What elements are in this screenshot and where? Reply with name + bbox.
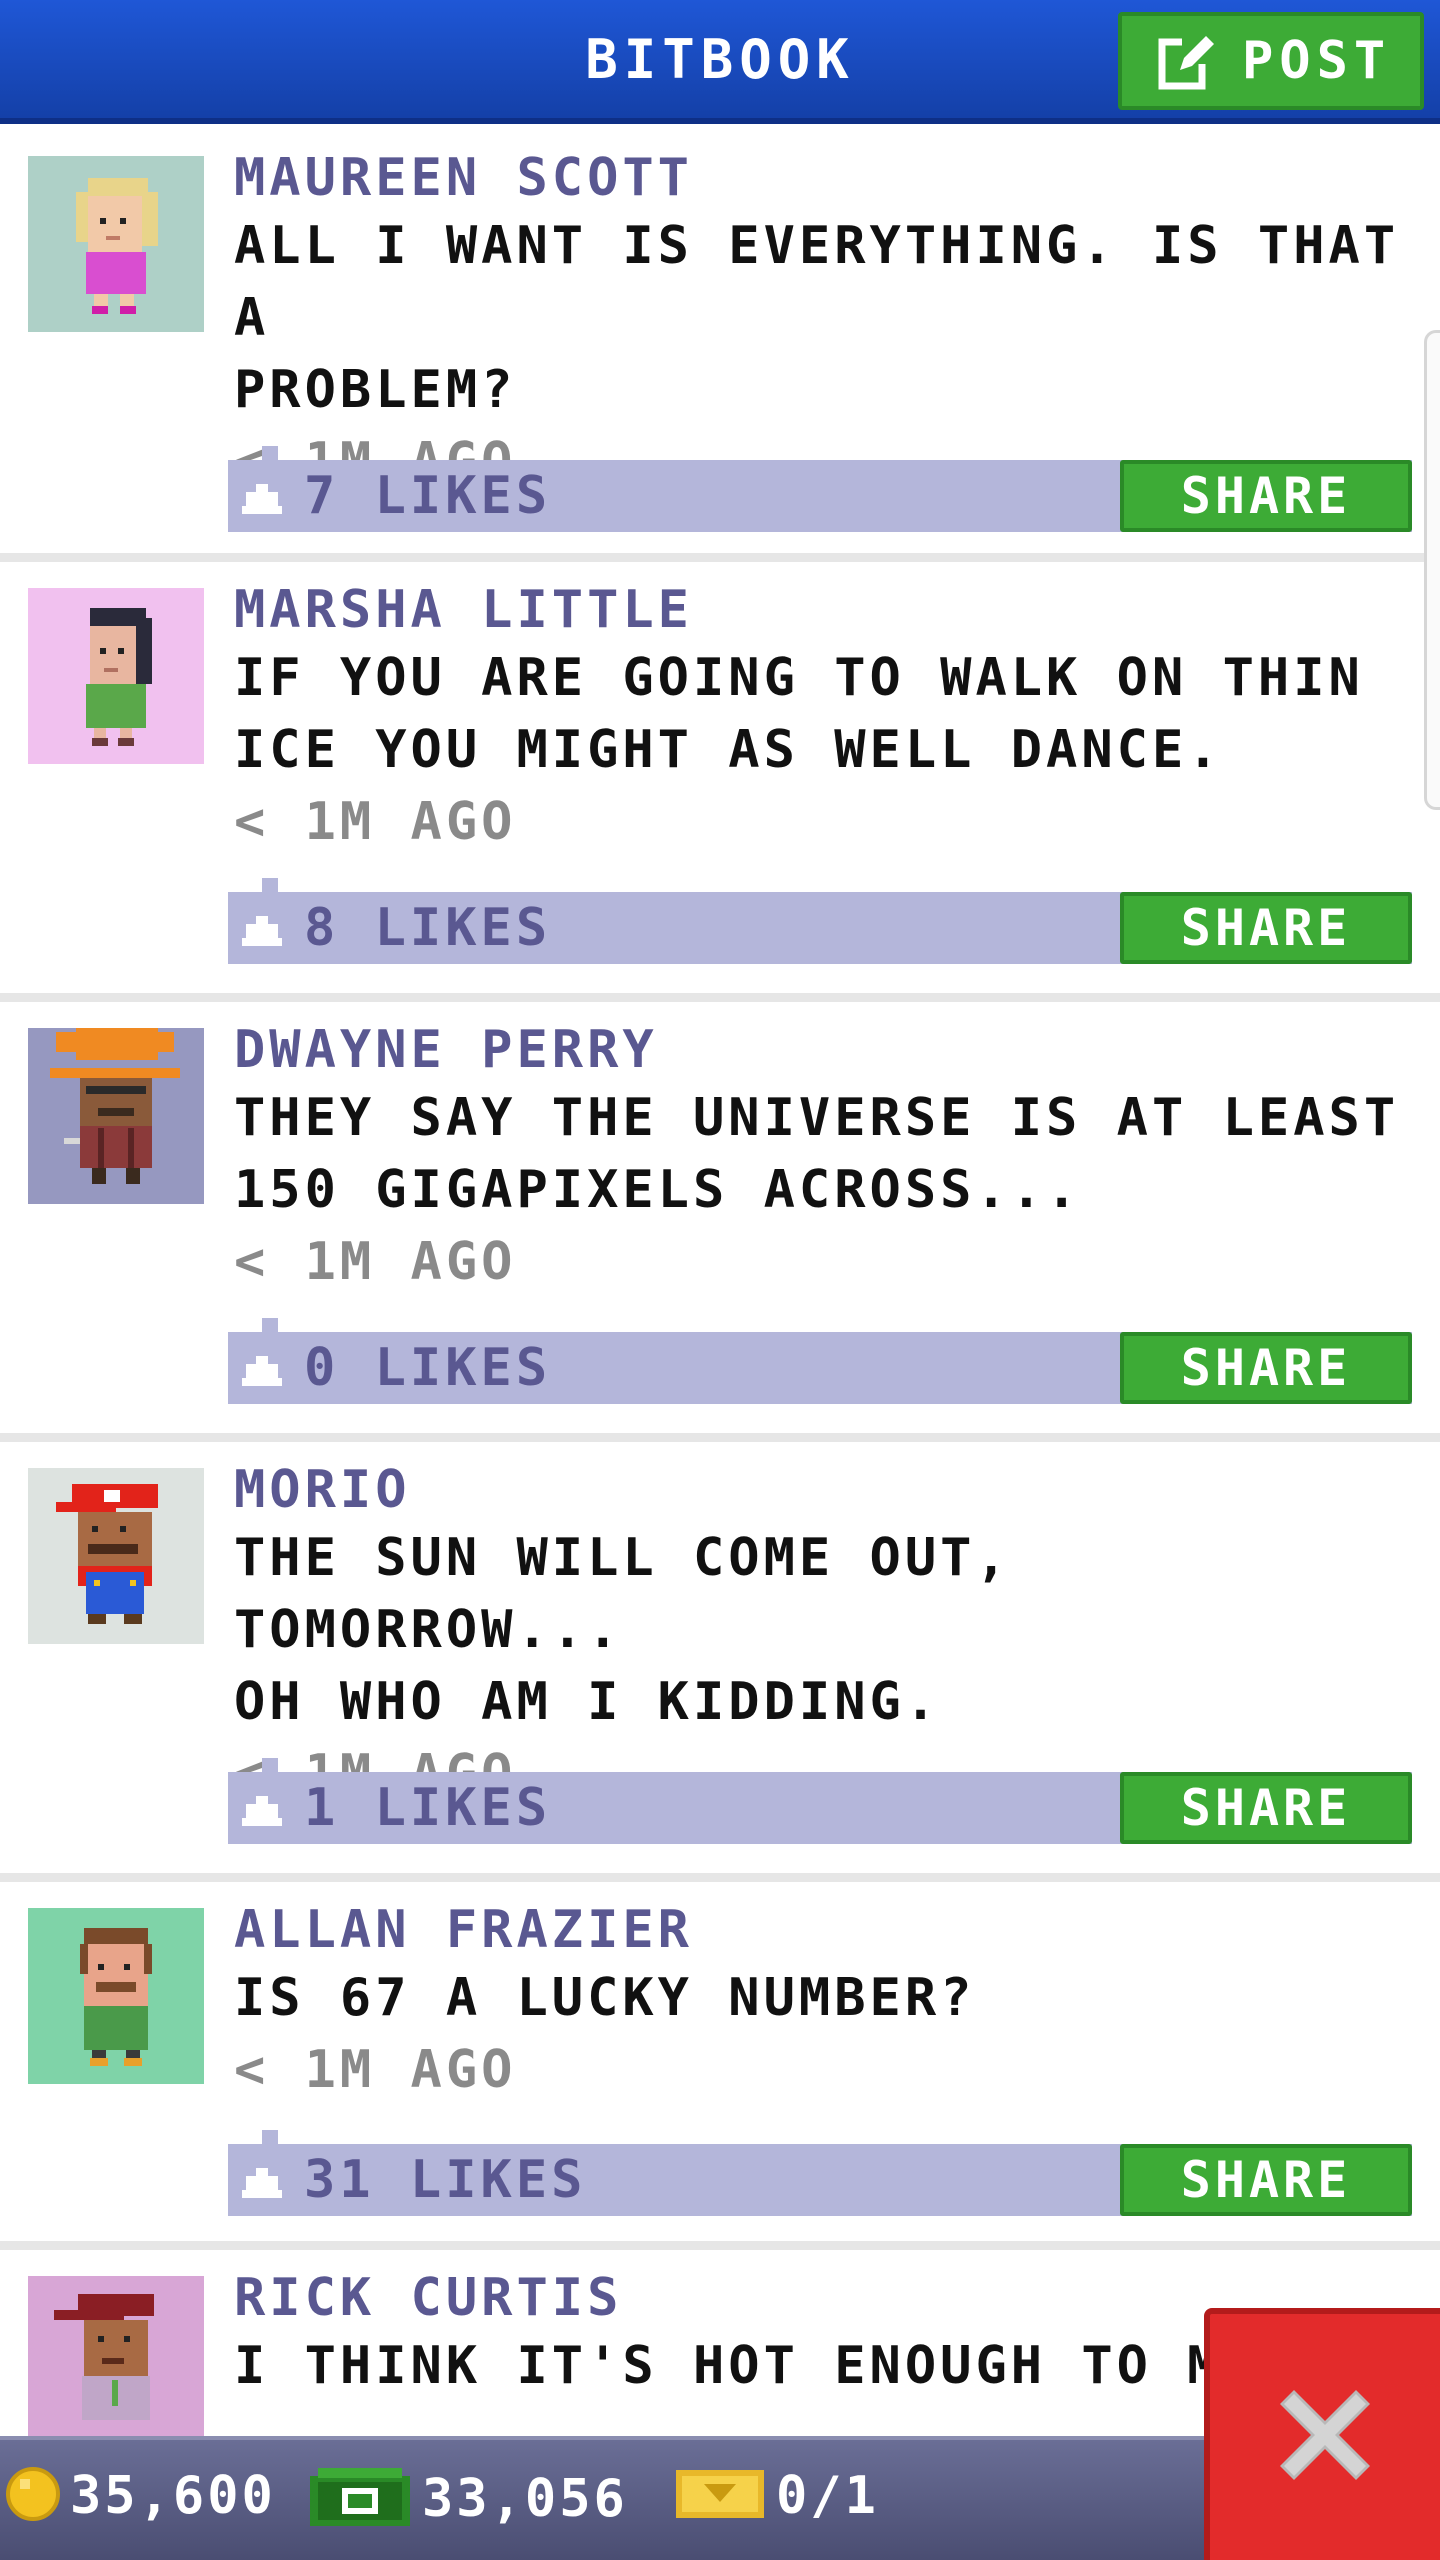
bux-value: 33,056 bbox=[422, 2469, 628, 2529]
likes-bar: 0 LIKES SHARE bbox=[228, 1318, 1412, 1404]
post-text-line: OH WHO AM I KIDDING. bbox=[234, 1672, 941, 1732]
author-name[interactable]: ALLAN FRAZIER bbox=[234, 1898, 1420, 1962]
like-icon[interactable] bbox=[240, 1796, 284, 1830]
likes-bar-notch bbox=[262, 446, 278, 460]
post-content: ALLAN FRAZIER IS 67 A LUCKY NUMBER? < 1M… bbox=[234, 1898, 1420, 2106]
likes-bar-notch bbox=[262, 2130, 278, 2144]
scrollbar[interactable] bbox=[1424, 330, 1440, 810]
avatar bbox=[28, 1028, 204, 1204]
like-icon[interactable] bbox=[240, 2168, 284, 2202]
post-text-line: ICE YOU MIGHT AS WELL DANCE. bbox=[234, 720, 1223, 780]
post-text-line: THE SUN WILL COME OUT, TOMORROW... bbox=[234, 1528, 1011, 1660]
likes-bar: 1 LIKES SHARE bbox=[228, 1758, 1412, 1844]
likes-bar-notch bbox=[262, 1758, 278, 1772]
likes-count: 31 LIKES bbox=[304, 2150, 587, 2210]
post-text-line: ALL I WANT IS EVERYTHING. IS THAT A bbox=[234, 216, 1400, 348]
post-timestamp: < 1M AGO bbox=[234, 792, 517, 852]
ticket-icon bbox=[674, 2466, 766, 2526]
share-button[interactable]: SHARE bbox=[1120, 892, 1412, 964]
post-text-line: PROBLEM? bbox=[234, 360, 517, 420]
feed-post: ALLAN FRAZIER IS 67 A LUCKY NUMBER? < 1M… bbox=[0, 1882, 1440, 2250]
share-button[interactable]: SHARE bbox=[1120, 2144, 1412, 2216]
tickets-value: 0/1 bbox=[776, 2466, 879, 2526]
feed-post: MORIO THE SUN WILL COME OUT, TOMORROW...… bbox=[0, 1442, 1440, 1882]
bux-counter: 33,056 bbox=[308, 2466, 628, 2532]
likes-count: 1 LIKES bbox=[304, 1778, 552, 1838]
post-content: MORIO THE SUN WILL COME OUT, TOMORROW...… bbox=[234, 1458, 1420, 1810]
close-icon bbox=[1270, 2380, 1380, 2494]
post-content: MARSHA LITTLE IF YOU ARE GOING TO WALK O… bbox=[234, 578, 1420, 858]
post-content: DWAYNE PERRY THEY SAY THE UNIVERSE IS AT… bbox=[234, 1018, 1420, 1298]
post-timestamp: < 1M AGO bbox=[234, 2040, 517, 2100]
avatar bbox=[28, 1908, 204, 2084]
likes-bar: 31 LIKES SHARE bbox=[228, 2130, 1412, 2216]
like-icon[interactable] bbox=[240, 916, 284, 950]
feed-post: MARSHA LITTLE IF YOU ARE GOING TO WALK O… bbox=[0, 562, 1440, 1002]
top-bar: BITBOOK POST bbox=[0, 0, 1440, 124]
likes-count: 0 LIKES bbox=[304, 1338, 552, 1398]
like-icon[interactable] bbox=[240, 484, 284, 518]
likes-count: 7 LIKES bbox=[304, 466, 552, 526]
likes-bar-notch bbox=[262, 878, 278, 892]
post-text-line: IF YOU ARE GOING TO WALK ON THIN bbox=[234, 648, 1364, 708]
likes-bar: 8 LIKES SHARE bbox=[228, 878, 1412, 964]
post-text-line: THEY SAY THE UNIVERSE IS AT LEAST bbox=[234, 1088, 1400, 1148]
edit-icon bbox=[1158, 30, 1220, 92]
close-button[interactable] bbox=[1204, 2308, 1440, 2560]
author-name[interactable]: MARSHA LITTLE bbox=[234, 578, 1420, 642]
like-icon[interactable] bbox=[240, 1356, 284, 1390]
likes-bar-notch bbox=[262, 1318, 278, 1332]
post-button-label: POST bbox=[1242, 31, 1392, 91]
bux-icon bbox=[308, 2466, 412, 2532]
share-button[interactable]: SHARE bbox=[1120, 460, 1412, 532]
share-button[interactable]: SHARE bbox=[1120, 1772, 1412, 1844]
feed-post: MAUREEN SCOTT ALL I WANT IS EVERYTHING. … bbox=[0, 130, 1440, 562]
author-name[interactable]: DWAYNE PERRY bbox=[234, 1018, 1420, 1082]
tickets-counter: 0/1 bbox=[674, 2466, 879, 2526]
share-button[interactable]: SHARE bbox=[1120, 1332, 1412, 1404]
post-content: MAUREEN SCOTT ALL I WANT IS EVERYTHING. … bbox=[234, 146, 1420, 498]
coins-counter: 35,600 bbox=[6, 2466, 276, 2526]
coins-value: 35,600 bbox=[70, 2466, 276, 2526]
avatar bbox=[28, 1468, 204, 1644]
feed-post: DWAYNE PERRY THEY SAY THE UNIVERSE IS AT… bbox=[0, 1002, 1440, 1442]
post-text-line: IS 67 A LUCKY NUMBER? bbox=[234, 1968, 976, 2028]
avatar bbox=[28, 588, 204, 764]
likes-bar: 7 LIKES SHARE bbox=[228, 446, 1412, 532]
post-text-line: 150 GIGAPIXELS ACROSS... bbox=[234, 1160, 1082, 1220]
avatar bbox=[28, 156, 204, 332]
post-button[interactable]: POST bbox=[1118, 12, 1424, 110]
feed-list: MAUREEN SCOTT ALL I WANT IS EVERYTHING. … bbox=[0, 130, 1440, 2550]
coin-icon bbox=[6, 2467, 60, 2525]
author-name[interactable]: MAUREEN SCOTT bbox=[234, 146, 1420, 210]
likes-count: 8 LIKES bbox=[304, 898, 552, 958]
avatar bbox=[28, 2276, 204, 2452]
author-name[interactable]: MORIO bbox=[234, 1458, 1420, 1522]
post-timestamp: < 1M AGO bbox=[234, 1232, 517, 1292]
